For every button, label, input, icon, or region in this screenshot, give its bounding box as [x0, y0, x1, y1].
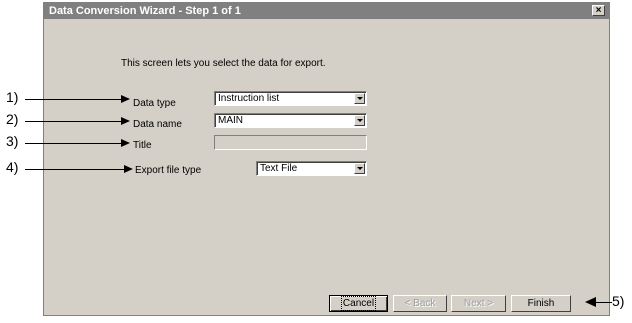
chevron-down-icon[interactable]: [354, 93, 365, 104]
callout-3-line: [25, 143, 121, 144]
close-button[interactable]: ×: [592, 5, 605, 16]
data-name-select[interactable]: MAIN: [214, 113, 367, 128]
callout-1-line: [25, 99, 121, 100]
next-button[interactable]: Next >: [451, 295, 506, 312]
arrow-right-icon: [121, 117, 130, 125]
export-file-type-label: Export file type: [135, 165, 202, 176]
title-label: Title: [133, 140, 152, 151]
window-title: Data Conversion Wizard - Step 1 of 1: [49, 5, 241, 17]
data-type-select[interactable]: Instruction list: [214, 91, 367, 106]
back-button[interactable]: < Back: [393, 295, 447, 312]
callout-3: 3): [6, 133, 19, 149]
data-name-value: MAIN: [218, 115, 243, 126]
callout-5-line: [595, 302, 612, 303]
data-name-label: Data name: [133, 119, 182, 130]
wizard-window: Data Conversion Wizard - Step 1 of 1 × T…: [43, 2, 610, 316]
callout-5: 5): [612, 293, 625, 309]
chevron-down-icon[interactable]: [354, 115, 365, 126]
title-input: [214, 135, 367, 150]
finish-button[interactable]: Finish: [511, 295, 571, 312]
data-type-value: Instruction list: [218, 93, 280, 104]
export-file-type-value: Text File: [260, 163, 298, 174]
callout-4: 4): [6, 159, 19, 175]
arrow-right-icon: [124, 165, 133, 173]
cancel-button[interactable]: Cancel: [329, 295, 388, 312]
chevron-down-icon[interactable]: [354, 163, 365, 174]
arrow-right-icon: [121, 95, 130, 103]
callout-2-line: [25, 121, 121, 122]
title-bar: Data Conversion Wizard - Step 1 of 1: [44, 3, 609, 19]
callout-2: 2): [6, 111, 19, 127]
intro-text: This screen lets you select the data for…: [121, 58, 326, 69]
export-file-type-select[interactable]: Text File: [256, 161, 367, 176]
callout-4-line: [25, 169, 124, 170]
callout-1: 1): [6, 89, 19, 105]
data-type-label: Data type: [133, 98, 176, 109]
cancel-button-label: Cancel: [340, 296, 377, 311]
arrow-right-icon: [121, 139, 130, 147]
